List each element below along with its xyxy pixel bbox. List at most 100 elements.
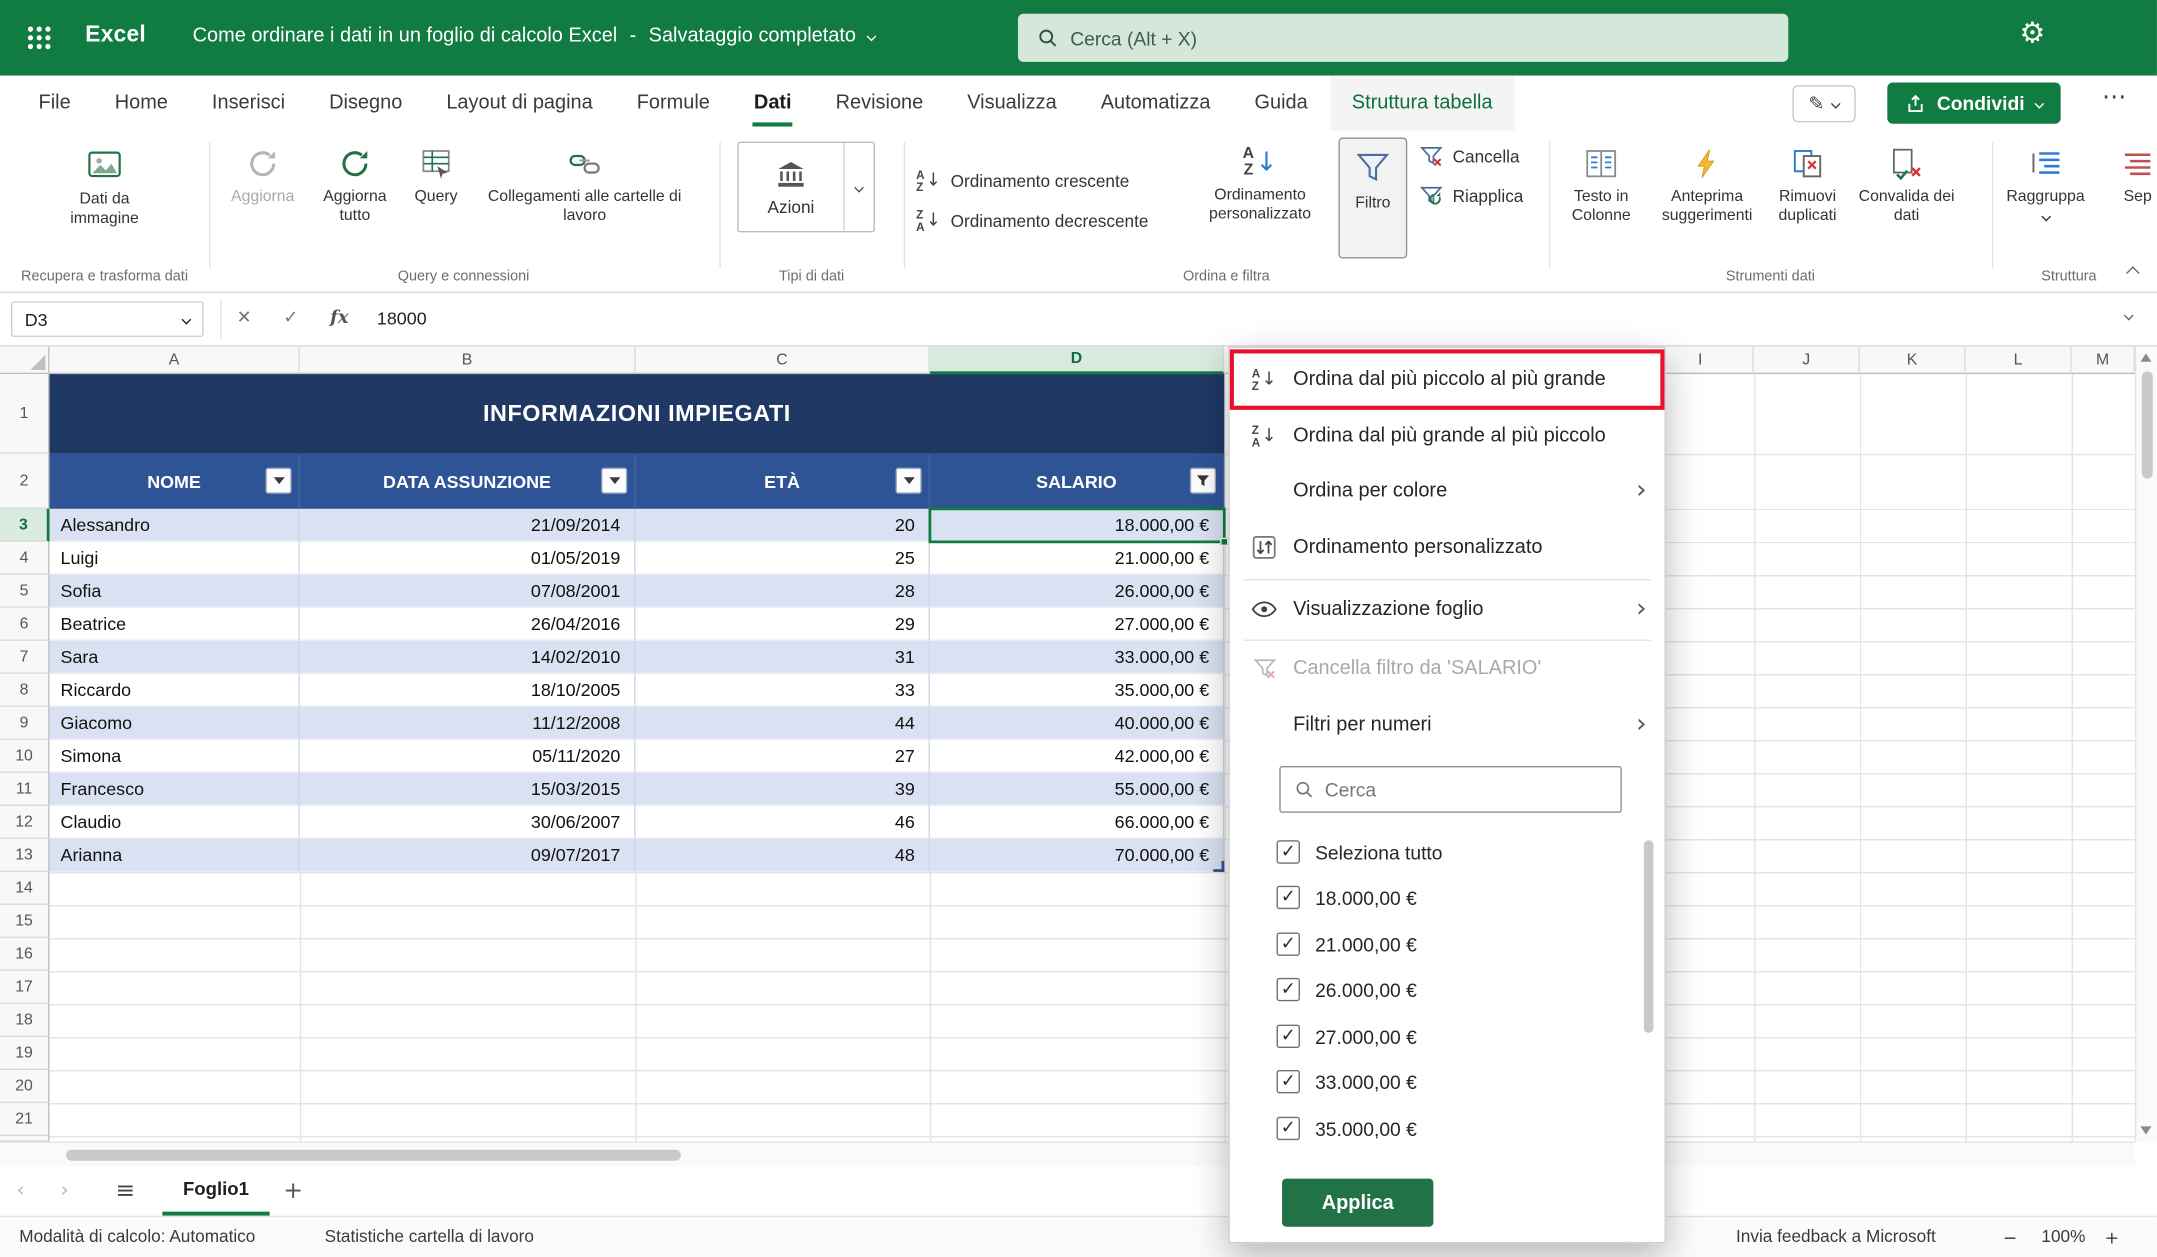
filter-dropdown-nome[interactable] xyxy=(265,468,291,494)
checkbox-checked-icon[interactable]: ✓ xyxy=(1277,840,1300,863)
filter-dropdown-data-assunzione[interactable] xyxy=(601,468,627,494)
row-header-3[interactable]: 3 xyxy=(0,509,50,542)
clear-filter-button[interactable]: Cancella xyxy=(1420,138,1520,175)
fx-icon[interactable]: fx xyxy=(330,308,348,329)
column-header-j[interactable]: J xyxy=(1754,347,1860,375)
select-all-corner[interactable] xyxy=(0,347,50,375)
ungroup-button[interactable]: Sep xyxy=(2099,138,2157,259)
menu-item-clear-filter-disabled[interactable]: Cancella filtro da 'SALARIO' xyxy=(1230,641,1665,696)
remove-duplicates-button[interactable]: Rimuovi duplicati xyxy=(1766,138,1849,259)
menu-item-sheet-view[interactable]: Visualizzazione foglio › xyxy=(1230,580,1665,638)
filter-value-item[interactable]: ✓ 18.000,00 € xyxy=(1257,875,1628,920)
row-header-6[interactable]: 6 xyxy=(0,608,50,641)
column-header-l[interactable]: L xyxy=(1966,347,2072,375)
settings-gear-icon[interactable]: ⚙ xyxy=(2019,17,2045,50)
checkbox-checked-icon[interactable]: ✓ xyxy=(1277,1117,1300,1140)
table-row[interactable]: Luigi01/05/20192521.000,00 € xyxy=(50,542,1225,575)
row-header-15[interactable]: 15 xyxy=(0,905,50,938)
flash-fill-button[interactable]: Anteprima suggerimenti xyxy=(1651,138,1764,259)
sort-descending-button[interactable]: ZA↓ Ordinamento decrescente xyxy=(916,202,1148,239)
checkbox-checked-icon[interactable]: ✓ xyxy=(1277,886,1300,909)
row-header-21[interactable]: 21 xyxy=(0,1103,50,1136)
vertical-scroll-thumb[interactable] xyxy=(2142,371,2153,478)
filter-list-scroll-thumb[interactable] xyxy=(1644,840,1654,1033)
tab-home[interactable]: Home xyxy=(93,76,190,131)
filter-value-item[interactable]: ✓ 27.000,00 € xyxy=(1257,1014,1628,1059)
filter-toggle-button[interactable]: Filtro xyxy=(1338,138,1407,259)
data-validation-button[interactable]: Convalida dei dati xyxy=(1852,138,1962,259)
tab-disegno[interactable]: Disegno xyxy=(307,76,424,131)
row-header-7[interactable]: 7 xyxy=(0,641,50,674)
row-header-13[interactable]: 13 xyxy=(0,839,50,872)
actions-dropdown[interactable] xyxy=(843,143,873,231)
filter-dropdown-eta[interactable] xyxy=(896,468,922,494)
refresh-button[interactable]: Aggiorna xyxy=(220,138,305,259)
checkbox-checked-icon[interactable]: ✓ xyxy=(1277,1070,1300,1093)
column-header-b[interactable]: B xyxy=(300,347,636,375)
formula-bar-expand-icon[interactable] xyxy=(2124,311,2134,321)
tab-layout-di-pagina[interactable]: Layout di pagina xyxy=(424,76,614,131)
sheet-next-icon[interactable]: › xyxy=(61,1177,69,1202)
sheet-list-icon[interactable]: ≡ xyxy=(116,1177,136,1205)
table-row[interactable]: Simona05/11/20202742.000,00 € xyxy=(50,740,1225,773)
checkbox-checked-icon[interactable]: ✓ xyxy=(1277,932,1300,955)
horizontal-scroll-thumb[interactable] xyxy=(66,1150,681,1161)
row-header-4[interactable]: 4 xyxy=(0,542,50,575)
menu-item-sort-largest-to-smallest[interactable]: ZA↓ Ordina dal più grande al più piccolo xyxy=(1230,408,1665,463)
workbook-stats-status[interactable]: Statistiche cartella di lavoro xyxy=(325,1227,534,1246)
row-header-5[interactable]: 5 xyxy=(0,575,50,608)
row-header-19[interactable]: 19 xyxy=(0,1037,50,1070)
column-header-d[interactable]: D xyxy=(930,347,1224,375)
checkbox-checked-icon[interactable]: ✓ xyxy=(1277,1025,1300,1048)
editing-mode-button[interactable]: ✎ xyxy=(1792,85,1855,122)
ribbon-more-icon[interactable]: ⋯ xyxy=(2102,83,2127,112)
row-header-16[interactable]: 16 xyxy=(0,938,50,971)
row-header-10[interactable]: 10 xyxy=(0,740,50,773)
column-header-a[interactable]: A xyxy=(50,347,300,375)
row-header-2[interactable]: 2 xyxy=(0,454,50,509)
table-row[interactable]: Claudio30/06/20074666.000,00 € xyxy=(50,806,1225,839)
sheet-tab-foglio1[interactable]: Foglio1 xyxy=(162,1166,269,1216)
formula-bar-value[interactable]: 18000 xyxy=(377,308,427,329)
tab-revisione[interactable]: Revisione xyxy=(814,76,946,131)
row-header-1[interactable]: 1 xyxy=(0,374,50,454)
row-header-9[interactable]: 9 xyxy=(0,707,50,740)
menu-item-sort-by-color[interactable]: Ordina per colore › xyxy=(1230,463,1665,518)
query-button[interactable]: Query xyxy=(404,138,467,259)
filter-value-item[interactable]: ✓ 33.000,00 € xyxy=(1257,1059,1628,1104)
tab-formule[interactable]: Formule xyxy=(615,76,732,131)
tab-struttura-tabella[interactable]: Struttura tabella xyxy=(1330,76,1515,131)
row-header-12[interactable]: 12 xyxy=(0,806,50,839)
table-row[interactable]: Giacomo11/12/20084440.000,00 € xyxy=(50,707,1225,740)
filter-value-item[interactable]: ✓ 26.000,00 € xyxy=(1257,967,1628,1012)
tab-inserisci[interactable]: Inserisci xyxy=(190,76,307,131)
table-row[interactable]: Arianna09/07/20174870.000,00 € xyxy=(50,839,1225,872)
share-button[interactable]: Condividi xyxy=(1887,83,2060,124)
data-from-image-button[interactable]: Dati da immagine xyxy=(25,138,185,259)
column-header-k[interactable]: K xyxy=(1860,347,1966,375)
row-header-17[interactable]: 17 xyxy=(0,971,50,1004)
refresh-all-button[interactable]: Aggiorna tutto xyxy=(308,138,402,259)
apply-button[interactable]: Applica xyxy=(1282,1179,1433,1227)
column-header-m[interactable]: M xyxy=(2072,347,2135,375)
filter-search-input[interactable] xyxy=(1325,778,1593,800)
zoom-in-icon[interactable]: + xyxy=(2105,1227,2119,1248)
table-row[interactable]: Beatrice26/04/20162927.000,00 € xyxy=(50,608,1225,641)
filter-value-select-all[interactable]: ✓ Seleziona tutto xyxy=(1257,829,1628,874)
search-input[interactable] xyxy=(1070,27,1730,49)
scroll-up-icon[interactable] xyxy=(2140,353,2151,361)
add-sheet-icon[interactable]: + xyxy=(283,1177,303,1205)
tab-automatizza[interactable]: Automatizza xyxy=(1079,76,1233,131)
employee-table[interactable]: INFORMAZIONI IMPIEGATI NOME DATA ASSUNZI… xyxy=(50,374,1225,872)
table-row[interactable]: Francesco15/03/20153955.000,00 € xyxy=(50,773,1225,806)
document-title[interactable]: Come ordinare i dati in un foglio di cal… xyxy=(193,25,876,47)
filter-search-box[interactable] xyxy=(1279,766,1622,813)
fill-handle[interactable] xyxy=(1220,538,1228,546)
selected-cell-outline[interactable] xyxy=(929,507,1226,543)
text-to-columns-button[interactable]: Testo in Colonne xyxy=(1554,138,1648,259)
actions-button[interactable]: Azioni xyxy=(739,143,844,231)
scroll-down-icon[interactable] xyxy=(2140,1126,2151,1134)
checkbox-checked-icon[interactable]: ✓ xyxy=(1277,978,1300,1001)
app-launcher-waffle-icon[interactable] xyxy=(19,18,58,57)
sort-ascending-button[interactable]: AZ↓ Ordinamento crescente xyxy=(916,162,1129,199)
